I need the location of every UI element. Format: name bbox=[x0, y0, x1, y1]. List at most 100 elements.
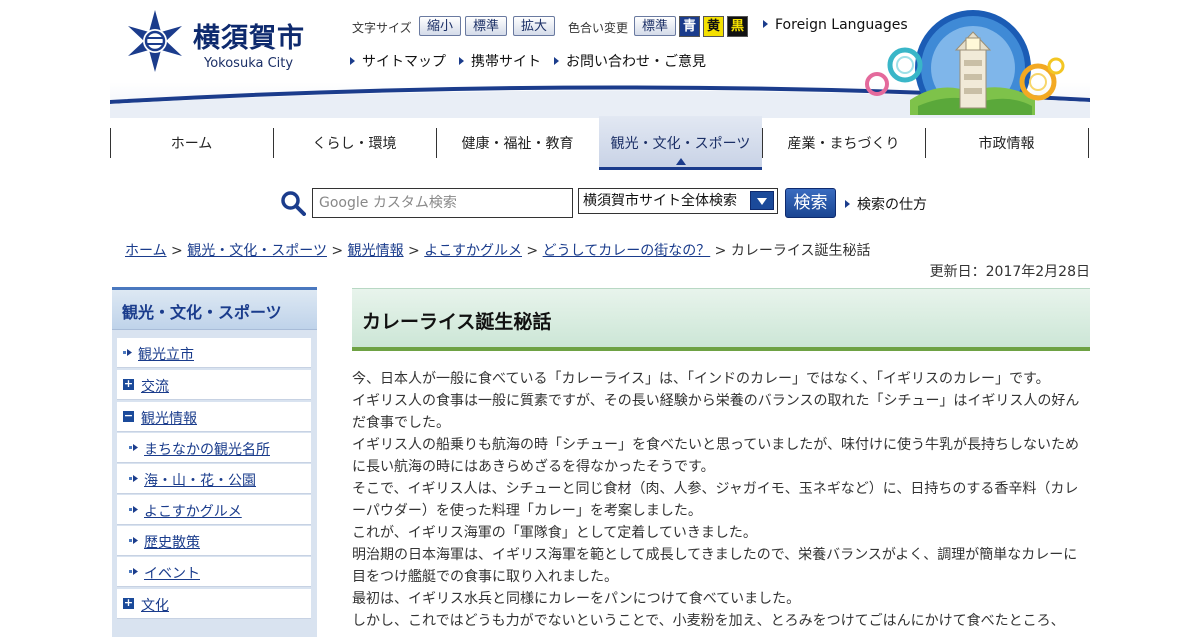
search-scope-value: 横須賀市サイト全体検索 bbox=[583, 193, 737, 209]
sidebar-item[interactable]: よこすかグルメ bbox=[117, 495, 311, 525]
expand-plus-icon[interactable]: + bbox=[123, 378, 134, 390]
color-yellow-button[interactable]: 黄 bbox=[703, 16, 724, 37]
arrow-bullet-icon bbox=[129, 568, 138, 575]
nav-item-health[interactable]: 健康・福祉・教育 bbox=[436, 116, 599, 170]
sidebar-item[interactable]: + 文化 bbox=[117, 589, 311, 619]
breadcrumb-link[interactable]: ホーム bbox=[125, 243, 167, 259]
nav-item-city-info[interactable]: 市政情報 bbox=[925, 116, 1088, 170]
sitemap-label: サイトマップ bbox=[362, 54, 446, 70]
contact-link[interactable]: お問い合わせ・ご意見 bbox=[554, 51, 706, 71]
font-size-large-button[interactable]: 拡大 bbox=[513, 16, 555, 36]
arrow-bullet-icon bbox=[129, 475, 138, 482]
nav-divider bbox=[1088, 128, 1089, 158]
article-paragraph: 最初は、イギリス水兵と同様にカレーをパンにつけて食べていました。 bbox=[352, 591, 801, 607]
article-paragraph: これが、イギリス海軍の「軍隊食」として定着していきました。 bbox=[352, 525, 757, 541]
font-size-label: 文字サイズ bbox=[352, 21, 412, 35]
article-paragraph: イギリス人の船乗りも航海の時「シチュー」を食べたいと思っていましたが、味付けに使… bbox=[352, 437, 1080, 475]
arrow-bullet-icon bbox=[123, 349, 132, 356]
breadcrumb-separator: > bbox=[326, 243, 348, 259]
triangle-right-icon bbox=[845, 200, 850, 208]
triangle-right-icon bbox=[350, 57, 355, 65]
breadcrumb: ホーム > 観光・文化・スポーツ > 観光情報 > よこすかグルメ > どうして… bbox=[125, 240, 870, 260]
article-paragraph: そこで、イギリス人は、シチューと同じ食材（肉、人参、ジャガイモ、玉ネギなど）に、… bbox=[352, 481, 1079, 519]
font-size-standard-button[interactable]: 標準 bbox=[465, 16, 507, 36]
nav-item-living[interactable]: くらし・環境 bbox=[273, 116, 436, 170]
article-paragraph: 明治期の日本海軍は、イギリス海軍を範として成長してきましたので、栄養バランスがよ… bbox=[352, 547, 1078, 585]
caret-up-icon bbox=[676, 158, 686, 165]
search-icon bbox=[281, 191, 306, 216]
nav-item-label: 健康・福祉・教育 bbox=[461, 136, 574, 152]
search-scope-select[interactable]: 横須賀市サイト全体検索 bbox=[578, 188, 778, 214]
sidebar-item-label[interactable]: 観光情報 bbox=[141, 408, 197, 428]
search-button[interactable]: 検索 bbox=[785, 188, 836, 218]
article-paragraph: イギリス人の食事は一般に質素ですが、その長い経験から栄養のバランスの取れた「シチ… bbox=[352, 393, 1080, 431]
breadcrumb-separator: > bbox=[710, 243, 731, 259]
sidebar-item[interactable]: 歴史散策 bbox=[117, 526, 311, 556]
breadcrumb-separator: > bbox=[403, 243, 425, 259]
search-input[interactable] bbox=[312, 188, 573, 218]
article-paragraph: しかし、これではどうも力がでないということで、小麦粉を加え、とろみをつけてごはん… bbox=[352, 613, 1065, 629]
nav-item-label: 市政情報 bbox=[978, 136, 1035, 152]
sidebar-item-label[interactable]: 観光立市 bbox=[138, 344, 194, 364]
sidebar-title-link[interactable]: 観光・文化・スポーツ bbox=[122, 299, 282, 323]
sitemap-link[interactable]: サイトマップ bbox=[350, 51, 446, 71]
city-emblem-icon bbox=[128, 10, 182, 72]
arrow-bullet-icon bbox=[129, 506, 138, 513]
global-nav: ホーム くらし・環境 健康・福祉・教育 観光・文化・スポーツ 産業・まちづくり … bbox=[110, 116, 1090, 170]
updated-date: 更新日：2017年2月28日 bbox=[929, 264, 1090, 280]
triangle-right-icon bbox=[763, 20, 768, 28]
font-size-small-button[interactable]: 縮小 bbox=[419, 16, 461, 36]
sidebar-title: 観光・文化・スポーツ bbox=[112, 290, 317, 330]
lighthouse-illustration bbox=[865, 10, 1065, 115]
site-logo-english: Yokosuka City bbox=[204, 56, 294, 71]
sidebar-item-label[interactable]: 海・山・花・公園 bbox=[144, 470, 256, 490]
mobile-site-label: 携帯サイト bbox=[471, 54, 541, 70]
sidebar-item-label[interactable]: よこすかグルメ bbox=[144, 501, 242, 521]
breadcrumb-link[interactable]: 観光情報 bbox=[348, 243, 404, 259]
arrow-bullet-icon bbox=[129, 444, 138, 451]
color-blue-button[interactable]: 青 bbox=[679, 16, 700, 37]
sidebar-item[interactable]: − 観光情報 bbox=[117, 402, 311, 432]
sidebar-item[interactable]: まちなかの観光名所 bbox=[117, 433, 311, 463]
sidebar-item-label[interactable]: 歴史散策 bbox=[144, 532, 200, 552]
breadcrumb-current: カレーライス誕生秘話 bbox=[730, 243, 871, 259]
article-body: 今、日本人が一般に食べている「カレーライス」は、「インドのカレー」ではなく、「イ… bbox=[352, 368, 1090, 632]
search-help-label: 検索の仕方 bbox=[857, 197, 927, 213]
nav-item-label: くらし・環境 bbox=[312, 136, 397, 152]
sidebar-item[interactable]: 海・山・花・公園 bbox=[117, 464, 311, 494]
nav-item-home[interactable]: ホーム bbox=[110, 116, 273, 170]
sidebar-item[interactable]: 観光立市 bbox=[117, 338, 311, 368]
breadcrumb-link[interactable]: どうしてカレーの街なの？ bbox=[543, 243, 711, 259]
sidebar-item-label[interactable]: 文化 bbox=[141, 595, 169, 615]
color-black-button[interactable]: 黒 bbox=[727, 16, 748, 37]
expand-plus-icon[interactable]: + bbox=[123, 597, 134, 609]
nav-item-label: 産業・まちづくり bbox=[787, 136, 900, 152]
breadcrumb-link[interactable]: 観光・文化・スポーツ bbox=[187, 243, 327, 259]
color-change-label: 色合い変更 bbox=[568, 21, 629, 35]
nav-item-tourism[interactable]: 観光・文化・スポーツ bbox=[599, 116, 762, 170]
collapse-minus-icon[interactable]: − bbox=[123, 410, 134, 422]
article-paragraph: 今、日本人が一般に食べている「カレーライス」は、「インドのカレー」ではなく、「イ… bbox=[352, 371, 1050, 387]
breadcrumb-separator: > bbox=[521, 243, 543, 259]
contact-label: お問い合わせ・ご意見 bbox=[566, 54, 706, 70]
breadcrumb-separator: > bbox=[166, 243, 188, 259]
sidebar-item-label[interactable]: 交流 bbox=[141, 376, 169, 396]
nav-item-label: ホーム bbox=[170, 136, 213, 152]
page-title: カレーライス誕生秘話 bbox=[362, 311, 552, 333]
page-title-box: カレーライス誕生秘話 bbox=[352, 288, 1090, 351]
sidebar-item-label[interactable]: まちなかの観光名所 bbox=[144, 439, 270, 459]
sidebar-item[interactable]: + 交流 bbox=[117, 370, 311, 400]
triangle-right-icon bbox=[554, 57, 559, 65]
site-logo-name[interactable]: 横須賀市 bbox=[193, 16, 305, 55]
arrow-bullet-icon bbox=[129, 537, 138, 544]
color-standard-button[interactable]: 標準 bbox=[634, 16, 676, 36]
breadcrumb-link[interactable]: よこすかグルメ bbox=[424, 243, 522, 259]
mobile-site-link[interactable]: 携帯サイト bbox=[459, 51, 541, 71]
sidebar: 観光・文化・スポーツ 観光立市 + 交流 − 観光情報まちなかの観光名所 海・山・花・公園… bbox=[112, 287, 317, 637]
triangle-right-icon bbox=[459, 57, 464, 65]
nav-item-industry[interactable]: 産業・まちづくり bbox=[762, 116, 925, 170]
sidebar-item-label[interactable]: イベント bbox=[144, 563, 200, 583]
sidebar-item[interactable]: イベント bbox=[117, 557, 311, 587]
nav-item-label: 観光・文化・スポーツ bbox=[610, 136, 751, 152]
search-help-link[interactable]: 検索の仕方 bbox=[845, 194, 927, 214]
